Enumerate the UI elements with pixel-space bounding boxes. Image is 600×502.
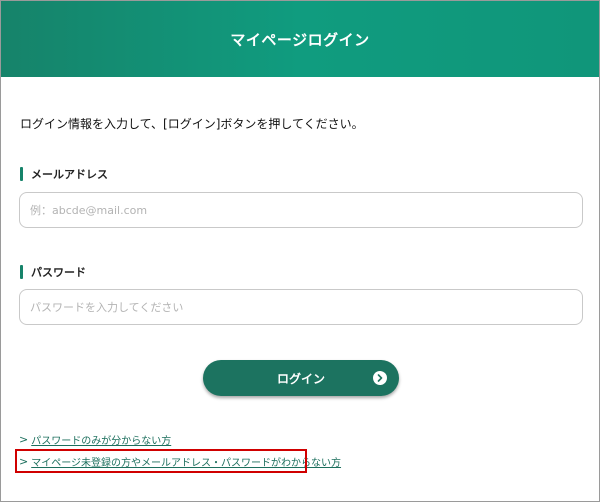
login-button[interactable]: ログイン bbox=[203, 360, 399, 396]
instruction-text: ログイン情報を入力して、[ログイン]ボタンを押してください。 bbox=[20, 117, 364, 131]
password-label: パスワード bbox=[20, 264, 86, 280]
email-label: メールアドレス bbox=[20, 166, 108, 182]
password-field[interactable] bbox=[19, 289, 583, 325]
email-field[interactable] bbox=[19, 192, 583, 228]
login-button-label: ログイン bbox=[276, 372, 325, 386]
password-label-text: パスワード bbox=[31, 266, 86, 279]
email-label-text: メールアドレス bbox=[31, 168, 108, 181]
page-title: マイページログイン bbox=[230, 30, 370, 49]
forgot-password-link[interactable]: > パスワードのみが分からない方 bbox=[19, 432, 171, 447]
label-accent-bar bbox=[20, 265, 23, 279]
forgot-password-link-text: パスワードのみが分からない方 bbox=[31, 436, 172, 447]
chevron-right-icon: > bbox=[19, 433, 29, 446]
chevron-right-circle-icon bbox=[373, 371, 387, 385]
page-header: マイページログイン bbox=[1, 1, 599, 77]
login-page: マイページログイン ログイン情報を入力して、[ログイン]ボタンを押してください。… bbox=[0, 0, 600, 502]
label-accent-bar bbox=[20, 167, 23, 181]
highlight-box bbox=[15, 449, 307, 473]
